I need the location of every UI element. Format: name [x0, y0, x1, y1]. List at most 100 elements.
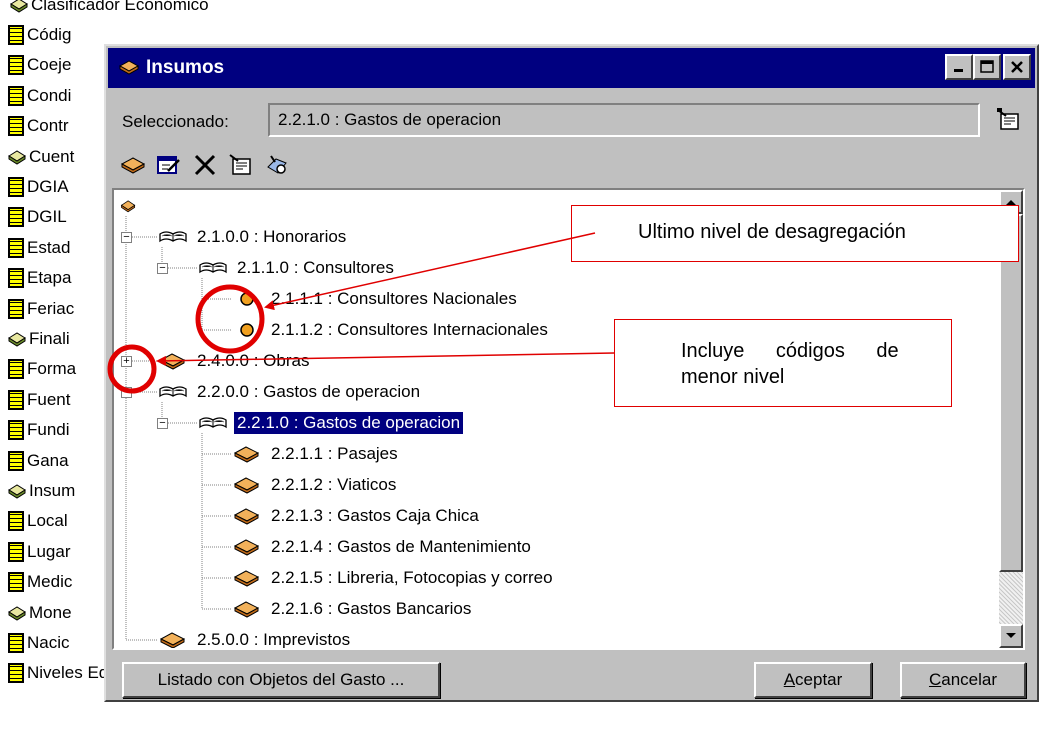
expand-plus-icon[interactable]: +: [121, 356, 132, 367]
open-book-icon: [159, 231, 187, 243]
arrow-down-icon: [1006, 633, 1016, 638]
cancel-accelerator: C: [928, 670, 942, 689]
tree-node[interactable]: 2.2.1.3 : Gastos Caja Chica: [232, 503, 482, 529]
background-list-item[interactable]: Contr: [8, 114, 69, 139]
background-list-item[interactable]: Etapa: [8, 266, 71, 291]
tree-node-label[interactable]: 2.2.0.0 : Gastos de operacion: [194, 381, 423, 403]
tree-node-label[interactable]: 2.2.1.2 : Viaticos: [268, 474, 399, 496]
background-list-item[interactable]: Gana: [8, 448, 69, 473]
tree-node[interactable]: 2.2.1.6 : Gastos Bancarios: [232, 596, 474, 622]
background-list-item-label: Lugar: [27, 541, 71, 561]
close-button[interactable]: [1003, 54, 1031, 80]
tree-node[interactable]: 2.2.1.0 : Gastos de operacion: [198, 410, 465, 436]
cancel-button[interactable]: Cancelar: [900, 662, 1026, 698]
background-list-item-label: Finali: [29, 328, 70, 348]
form-icon: [8, 55, 24, 76]
minimize-icon: [954, 69, 963, 72]
collapse-minus-icon[interactable]: −: [121, 232, 132, 243]
maximize-button[interactable]: [973, 54, 1001, 80]
tree-node[interactable]: 2.1.1.0 : Consultores: [198, 255, 397, 281]
background-list-item[interactable]: Local: [8, 509, 68, 534]
leaf-dot-icon: [240, 292, 254, 306]
cancel-label: ancelar: [941, 670, 998, 689]
background-list-item[interactable]: Feriac: [8, 296, 74, 321]
tree-node-label[interactable]: 2.1.0.0 : Honorarios: [194, 226, 349, 248]
scroll-thumb[interactable]: [999, 214, 1023, 572]
tree-node[interactable]: [120, 193, 148, 219]
background-list-item[interactable]: Cuent: [8, 144, 74, 169]
add-button[interactable]: [118, 150, 148, 180]
background-list-item[interactable]: Nacic: [8, 630, 70, 655]
tree-node[interactable]: 2.1.1.2 : Consultores Internacionales: [232, 317, 551, 343]
properties-button[interactable]: [992, 103, 1026, 137]
background-list-item[interactable]: Lugar: [8, 539, 70, 564]
background-list-item-label: Fuent: [27, 389, 71, 409]
background-list-item[interactable]: Fuent: [8, 387, 70, 412]
background-list-item[interactable]: Forma: [8, 357, 76, 382]
tree-node[interactable]: 2.4.0.0 : Obras: [158, 348, 312, 374]
tree-node[interactable]: 2.2.1.4 : Gastos de Mantenimiento: [232, 534, 534, 560]
properties-tool-button[interactable]: [226, 150, 256, 180]
edit-button[interactable]: [154, 150, 184, 180]
lookup-icon: [267, 155, 287, 174]
collapse-minus-icon[interactable]: −: [121, 387, 132, 398]
background-list-item[interactable]: Fundi: [8, 418, 70, 443]
tree-node[interactable]: 2.1.1.1 : Consultores Nacionales: [232, 286, 520, 312]
form-icon: [8, 237, 24, 258]
tree-node-label[interactable]: 2.1.1.0 : Consultores: [234, 257, 397, 279]
background-list-item-label: Gana: [27, 450, 69, 470]
title-bar[interactable]: Insumos: [108, 48, 1035, 88]
selected-label: Seleccionado:: [122, 112, 229, 131]
tree-node[interactable]: 2.2.1.2 : Viaticos: [232, 472, 399, 498]
listado-objetos-gasto-button[interactable]: Listado con Objetos del Gasto ...: [122, 662, 440, 698]
tree-node-label[interactable]: 2.1.1.1 : Consultores Nacionales: [268, 288, 520, 310]
tree-node-label[interactable]: 2.2.1.0 : Gastos de operacion: [232, 411, 465, 435]
tree-node[interactable]: 2.2.1.1 : Pasajes: [232, 441, 401, 467]
background-list-item-label: DGIL: [27, 207, 67, 227]
accept-accelerator: A: [783, 670, 796, 689]
background-list-item-label: Coeje: [27, 55, 72, 75]
tree-node[interactable]: 2.5.0.0 : Imprevistos: [158, 627, 353, 648]
tree-node-label[interactable]: 2.2.1.4 : Gastos de Mantenimiento: [268, 536, 534, 558]
background-list-item[interactable]: Finali: [8, 326, 70, 351]
background-list-item[interactable]: DGIL: [8, 205, 67, 230]
book-icon: [10, 0, 28, 13]
tree-node-label[interactable]: 2.1.1.2 : Consultores Internacionales: [268, 319, 551, 341]
delete-button[interactable]: [190, 150, 220, 180]
properties-icon: [229, 154, 251, 175]
background-list-item-label: Etapa: [27, 268, 72, 288]
form-icon: [8, 572, 24, 593]
background-list-item[interactable]: Códig: [8, 22, 71, 47]
tree-node-label[interactable]: 2.2.1.1 : Pasajes: [268, 443, 401, 465]
tree-node-label[interactable]: 2.2.1.6 : Gastos Bancarios: [268, 598, 474, 620]
callout-includes-line1: Incluye códigos de: [681, 340, 899, 362]
tree-node[interactable]: 2.2.0.0 : Gastos de operacion: [158, 379, 423, 405]
lookup-button[interactable]: [262, 150, 292, 180]
collapse-minus-icon[interactable]: −: [157, 418, 168, 429]
collapse-minus-icon[interactable]: −: [157, 263, 168, 274]
tree-node[interactable]: 2.1.0.0 : Honorarios: [158, 224, 349, 250]
background-list-item[interactable]: Coeje: [8, 53, 71, 78]
background-list-item[interactable]: Insum: [8, 478, 75, 503]
background-list-item[interactable]: Mone: [8, 600, 72, 625]
form-icon: [8, 176, 24, 197]
background-list-item[interactable]: DGIA: [8, 174, 69, 199]
minimize-button[interactable]: [945, 54, 973, 80]
tree-node[interactable]: 2.2.1.5 : Libreria, Fotocopias y correo: [232, 565, 556, 591]
edit-icon: [157, 156, 180, 174]
background-list-item[interactable]: Medic: [8, 570, 72, 595]
background-list-item[interactable]: Estad: [8, 235, 70, 260]
accept-button[interactable]: Aceptar: [754, 662, 872, 698]
open-book-icon: [199, 262, 227, 274]
tree-node-label[interactable]: 2.2.1.3 : Gastos Caja Chica: [268, 505, 482, 527]
toolbar: [118, 150, 292, 184]
background-list-item-label: Fundi: [27, 420, 70, 440]
tree-node-label[interactable]: 2.2.1.5 : Libreria, Fotocopias y correo: [268, 567, 556, 589]
tree-node-label[interactable]: 2.4.0.0 : Obras: [194, 350, 312, 372]
scroll-down-button[interactable]: [999, 624, 1023, 648]
form-icon: [8, 298, 24, 319]
background-list-item[interactable]: Condi: [8, 83, 71, 108]
background-list-item[interactable]: Clasificador Económico: [10, 0, 209, 17]
add-icon: [120, 157, 146, 174]
tree-node-label[interactable]: 2.5.0.0 : Imprevistos: [194, 629, 353, 648]
